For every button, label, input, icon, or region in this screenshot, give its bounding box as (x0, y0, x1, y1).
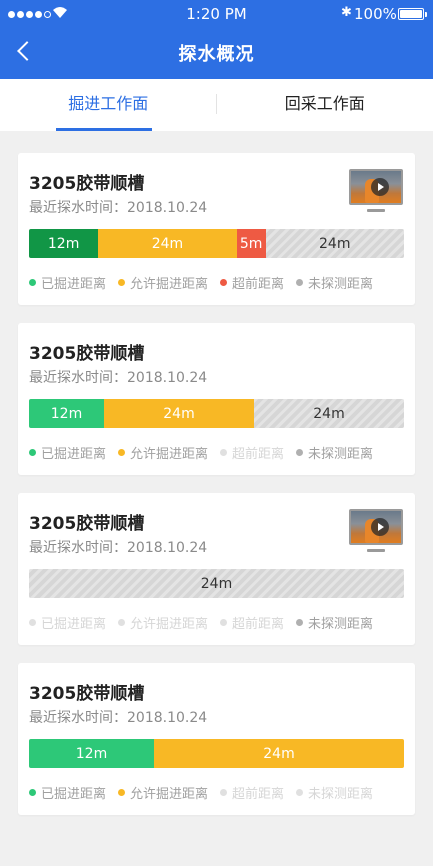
legend-dot-icon (118, 278, 126, 286)
legend-label: 已掘进距离 (41, 786, 107, 802)
legend-dot-icon (118, 788, 126, 796)
legend-item: 超前距离 (220, 443, 285, 462)
legend-item: 超前距离 (220, 613, 285, 632)
legend-item: 允许掘进距离 (118, 783, 209, 802)
water-detection-card[interactable]: 3205胶带顺槽最近探水时间：2018.10.24 12m 24m 已掘进距离 允许掘进… (18, 663, 415, 815)
water-detection-card[interactable]: 3205胶带顺槽 最近探水时间：2018.10.24 12m 24m 24m 已掘进距离允… (18, 323, 415, 475)
video-thumbnail[interactable] (349, 509, 403, 545)
water-detection-card[interactable]: 3205胶带顺槽最近探水时间：2018.10.24 24m 已掘进距离 允许掘进距离 超… (18, 493, 415, 645)
tab-mining-face[interactable]: 回采工作面 (217, 79, 433, 131)
distance-bar: 24m (29, 569, 404, 598)
legend: 已掘进距离 允许掘进距离 超前距离 未探测距离 (29, 783, 409, 802)
video-thumbnail[interactable] (349, 169, 403, 205)
legend: 已掘进距离 允许掘进距离 超前距离 未探测距离 (29, 273, 409, 292)
tab-bar: 掘进工作面 回采工作面 (0, 79, 433, 131)
distance-bar: 12m 24m (29, 739, 404, 768)
legend-label: 未探测距离 (308, 786, 374, 802)
legend-item: 未探测距离 (296, 443, 374, 462)
legend-dot-icon (220, 278, 228, 286)
play-icon (371, 518, 389, 536)
legend-dot-icon (220, 618, 228, 626)
last-detection-time: 最近探水时间：2018.10.24 (29, 710, 208, 726)
legend-label: 允许掘进距离 (130, 616, 209, 632)
legend-item: 未探测距离 (296, 613, 374, 632)
card-title: 3205胶带顺槽 (29, 174, 145, 194)
distance-bar: 12m 24m 5m 24m (29, 229, 404, 258)
card-title: 3205胶带顺槽 (29, 684, 145, 704)
legend-item: 允许掘进距离 (118, 443, 209, 462)
bluetooth-icon: ✱ (341, 5, 352, 20)
card-title: 3205胶带顺槽 (29, 514, 145, 534)
legend-item: 未探测距离 (296, 783, 374, 802)
legend-dot-icon (296, 448, 304, 456)
legend-label: 允许掘进距离 (130, 446, 209, 462)
legend-dot-icon (118, 448, 126, 456)
bar-segment-gray: 24m (29, 569, 404, 598)
legend-label: 超前距离 (232, 786, 285, 802)
battery-icon (398, 8, 427, 20)
legend-item: 超前距离 (220, 273, 285, 292)
video-stand (367, 549, 385, 552)
legend-item: 超前距离 (220, 783, 285, 802)
legend-label: 允许掘进距离 (130, 276, 209, 292)
legend-label: 超前距离 (232, 616, 285, 632)
bar-segment-gray: 24m (265, 229, 404, 258)
nav-bar: 探水概况 (0, 28, 433, 79)
legend-label: 未探测距离 (308, 616, 374, 632)
bar-segment-yellow: 24m (104, 399, 254, 428)
legend-label: 允许掘进距离 (130, 786, 209, 802)
legend-label: 未探测距离 (308, 446, 374, 462)
page-title: 探水概况 (178, 44, 255, 65)
water-detection-card[interactable]: 3205胶带顺槽 最近探水时间：2018.10.24 12m 24m 5m 24m 已掘进距… (18, 153, 415, 305)
bar-segment-yellow: 24m (98, 229, 237, 258)
tab-excavation-face[interactable]: 掘进工作面 (0, 79, 217, 131)
header: 1:20 PM ✱ 100% 探水概况 (0, 0, 433, 79)
legend-label: 已掘进距离 (41, 276, 107, 292)
distance-bar: 12m 24m 24m (29, 399, 404, 428)
legend-label: 超前距离 (232, 276, 285, 292)
legend-dot-icon (220, 788, 228, 796)
legend-item: 允许掘进距离 (118, 273, 209, 292)
legend-dot-icon (220, 448, 228, 456)
legend-dot-icon (29, 448, 36, 456)
legend-dot-icon (29, 278, 36, 286)
video-stand (367, 209, 385, 212)
legend-label: 超前距离 (232, 446, 285, 462)
legend-item: 未探测距离 (296, 273, 374, 292)
legend-item: 允许掘进距离 (118, 613, 209, 632)
last-detection-time: 最近探水时间：2018.10.24 (29, 370, 208, 386)
bar-segment-red: 5m (236, 229, 266, 258)
legend-dot-icon (29, 618, 36, 626)
legend-item: 已掘进距离 (29, 613, 107, 632)
legend-label: 已掘进距离 (41, 446, 107, 462)
legend-item: 已掘进距离 (29, 443, 107, 462)
legend: 已掘进距离 允许掘进距离 超前距离 未探测距离 (29, 443, 409, 462)
legend-dot-icon (29, 788, 36, 796)
legend-label: 未探测距离 (308, 276, 374, 292)
legend: 已掘进距离 允许掘进距离 超前距离 未探测距离 (29, 613, 409, 632)
status-bar: 1:20 PM ✱ 100% (0, 0, 433, 28)
legend-dot-icon (296, 278, 304, 286)
bar-segment-green: 12m (29, 399, 104, 428)
card-title: 3205胶带顺槽 (29, 344, 145, 364)
tab-divider (216, 94, 217, 114)
play-icon (371, 178, 389, 196)
bar-segment-gray: 24m (254, 399, 404, 428)
bar-segment-yellow: 24m (154, 739, 404, 768)
legend-dot-icon (118, 618, 126, 626)
battery-percent: 100% (354, 5, 397, 23)
legend-dot-icon (296, 788, 304, 796)
last-detection-time: 最近探水时间：2018.10.24 (29, 200, 208, 216)
last-detection-time: 最近探水时间：2018.10.24 (29, 540, 208, 556)
legend-item: 已掘进距离 (29, 273, 107, 292)
legend-item: 已掘进距离 (29, 783, 107, 802)
bar-segment-green: 12m (29, 739, 154, 768)
bar-segment-dark-green: 12m (29, 229, 99, 258)
legend-label: 已掘进距离 (41, 616, 107, 632)
legend-dot-icon (296, 618, 304, 626)
